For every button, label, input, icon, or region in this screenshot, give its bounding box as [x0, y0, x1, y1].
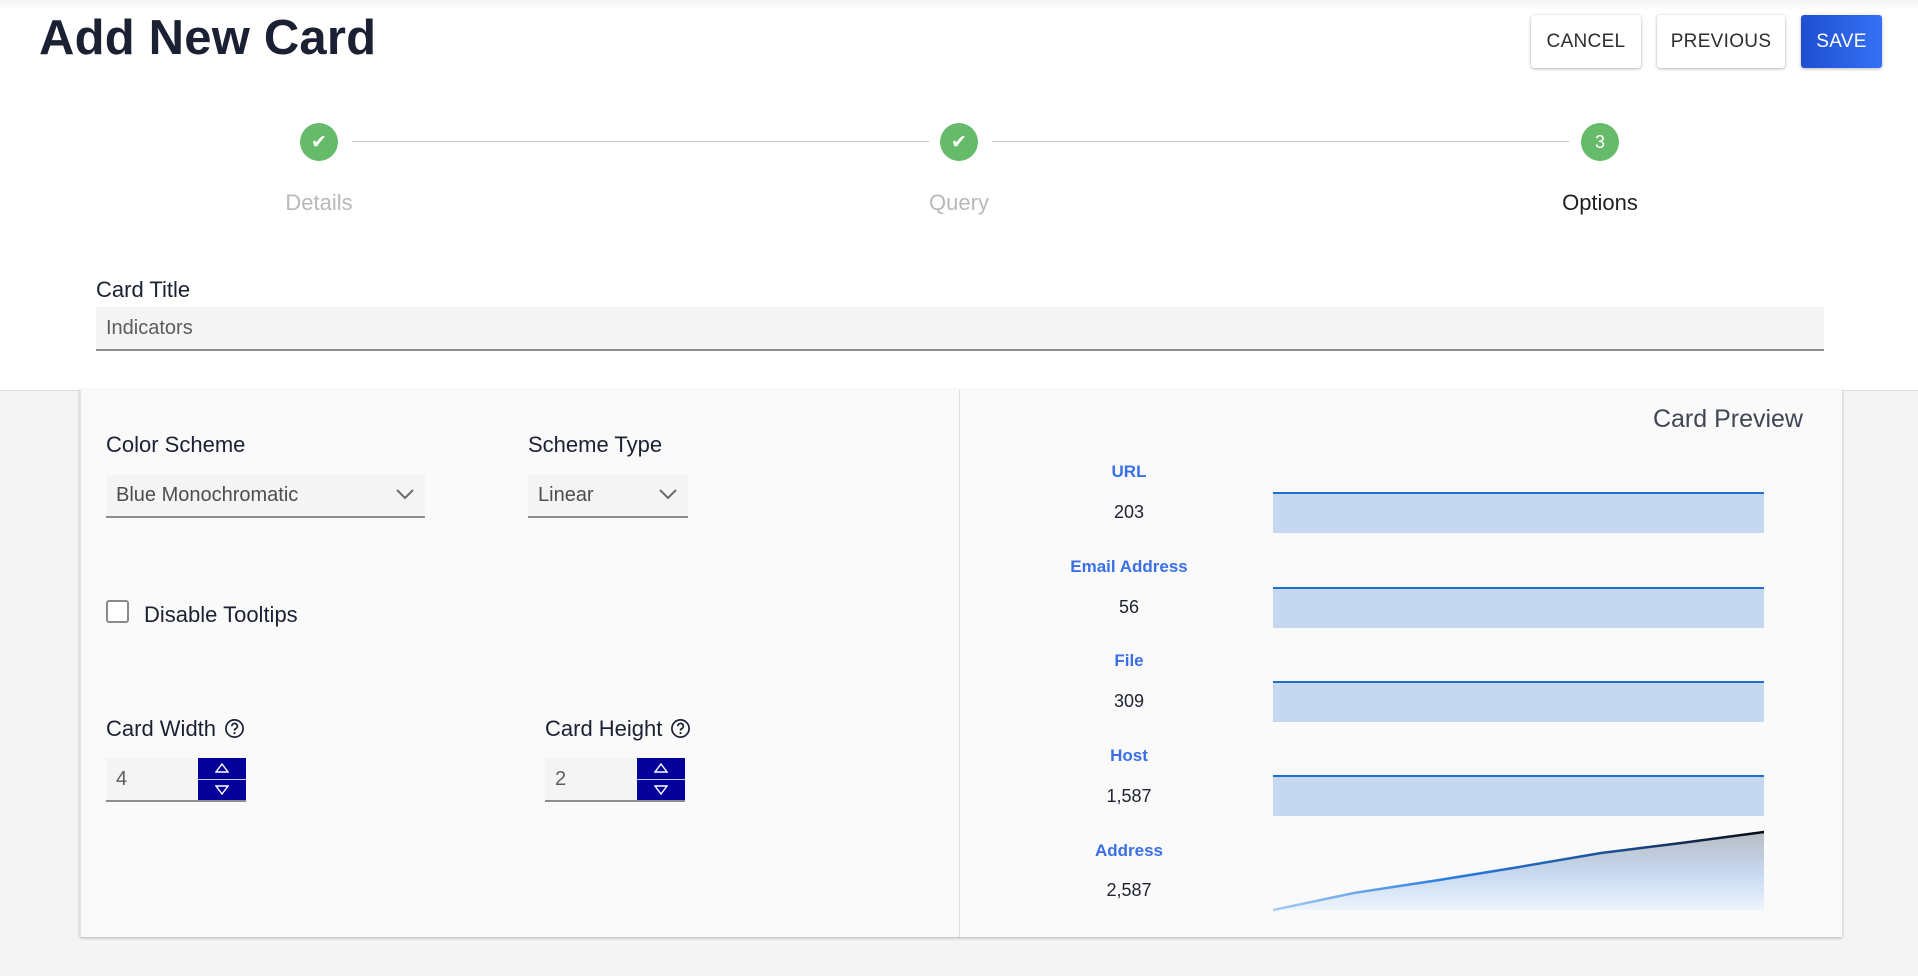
- card-width-label-group: Card Width: [106, 716, 245, 742]
- disable-tooltips-checkbox[interactable]: [106, 600, 129, 623]
- step-connector: [352, 141, 929, 142]
- card-height-stepper[interactable]: 2: [545, 758, 685, 802]
- indicator-label: Host: [1110, 746, 1148, 765]
- card-width-stepper[interactable]: 4: [106, 758, 246, 802]
- indicator-label: Address: [1094, 841, 1164, 860]
- card-title-input[interactable]: [96, 307, 1824, 351]
- indicator-bar: [1273, 587, 1764, 628]
- sparkline-area: [1273, 832, 1764, 910]
- color-scheme-value: Blue Monochromatic: [116, 484, 299, 506]
- chevron-down-icon: [659, 489, 677, 500]
- color-scheme-label: Color Scheme: [106, 432, 246, 457]
- decrement-button[interactable]: [637, 779, 685, 799]
- previous-button[interactable]: PREVIOUS: [1657, 15, 1785, 68]
- panel-divider: [959, 390, 960, 937]
- indicator-sparkline: [1273, 830, 1764, 912]
- step-options-label: Options: [1562, 190, 1638, 215]
- card-height-label: Card Height: [545, 716, 663, 741]
- indicator-bar: [1273, 775, 1764, 816]
- indicator-value: 203: [1113, 502, 1145, 522]
- indicator-value: 1,587: [1106, 786, 1152, 806]
- scheme-type-select[interactable]: Linear: [528, 475, 688, 518]
- indicator-label: File: [1114, 651, 1144, 670]
- card-width-spinner[interactable]: [198, 758, 246, 800]
- top-shadow: [0, 0, 1918, 10]
- indicator-value: 309: [1113, 691, 1145, 711]
- indicator-value: 56: [1118, 597, 1140, 617]
- card-height-value[interactable]: 2: [555, 768, 566, 791]
- indicator-bar: [1273, 492, 1764, 533]
- card-height-label-group: Card Height: [545, 716, 691, 742]
- card-width-label: Card Width: [106, 716, 217, 741]
- card-preview-title: Card Preview: [1652, 405, 1803, 433]
- indicator-value: 2,587: [1106, 880, 1152, 900]
- step-connector: [992, 141, 1569, 142]
- triangle-up-icon: [215, 763, 229, 773]
- chevron-down-icon: [396, 489, 414, 500]
- card-height-spinner[interactable]: [637, 758, 685, 800]
- scheme-type-label: Scheme Type: [528, 432, 663, 457]
- scheme-type-value: Linear: [538, 484, 594, 506]
- indicator-label: URL: [1111, 462, 1147, 481]
- page-title: Add New Card: [39, 11, 377, 65]
- indicator-label: Email Address: [1070, 557, 1188, 576]
- step-details-label[interactable]: Details: [285, 190, 352, 216]
- increment-button[interactable]: [637, 758, 685, 778]
- help-icon[interactable]: [670, 718, 691, 739]
- step-query-check-icon[interactable]: ✔: [940, 123, 978, 161]
- step-query-label[interactable]: Query: [929, 190, 989, 216]
- disable-tooltips-label[interactable]: Disable Tooltips: [144, 602, 298, 628]
- color-scheme-select[interactable]: Blue Monochromatic: [106, 475, 425, 518]
- step-options-number: 3: [1581, 123, 1619, 161]
- cancel-button[interactable]: CANCEL: [1531, 15, 1641, 68]
- card-title-label: Card Title: [96, 277, 191, 302]
- card-width-value[interactable]: 4: [116, 768, 127, 791]
- save-button[interactable]: SAVE: [1801, 15, 1882, 68]
- triangle-down-icon: [215, 784, 229, 795]
- triangle-up-icon: [654, 763, 668, 773]
- increment-button[interactable]: [198, 758, 246, 778]
- help-icon[interactable]: [224, 718, 245, 739]
- indicator-bar: [1273, 681, 1764, 722]
- decrement-button[interactable]: [198, 779, 246, 799]
- triangle-down-icon: [654, 784, 668, 795]
- step-details-check-icon[interactable]: ✔: [300, 123, 338, 161]
